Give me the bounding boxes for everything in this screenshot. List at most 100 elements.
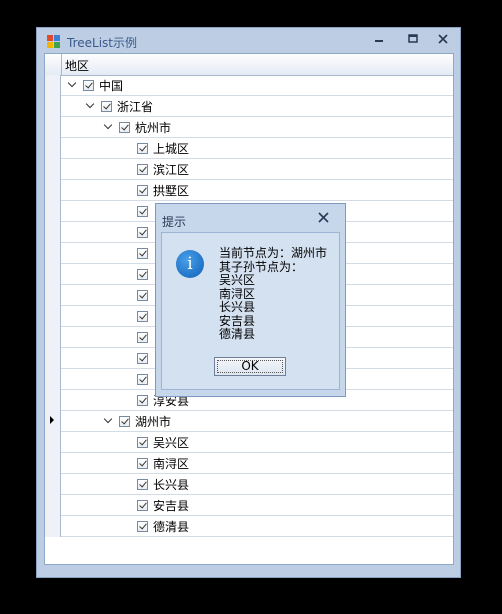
tree-node	[137, 369, 153, 389]
row-indicator	[45, 369, 61, 390]
tree-node	[137, 306, 153, 326]
tree-row[interactable]: 浙江省	[45, 96, 453, 117]
node-checkbox[interactable]	[137, 163, 148, 175]
row-indicator	[45, 516, 61, 537]
row-indicator	[45, 285, 61, 306]
node-checkbox[interactable]	[137, 205, 148, 217]
node-checkbox[interactable]	[119, 121, 130, 133]
node-checkbox[interactable]	[137, 394, 148, 406]
row-indicator	[45, 75, 61, 96]
dialog-body: i 当前节点为：湖州市 其子孙节点为： 吴兴区 南浔区 长兴县 安吉县 德清县 OK	[161, 232, 340, 390]
row-indicator	[45, 138, 61, 159]
tree-row[interactable]: 南浔区	[45, 453, 453, 474]
row-indicator	[45, 474, 61, 495]
dialog-message-line: 当前节点为：湖州市	[219, 246, 328, 260]
row-indicator	[45, 222, 61, 243]
minimize-icon	[375, 40, 383, 42]
header-indicator	[45, 54, 62, 75]
node-checkbox[interactable]	[83, 79, 94, 91]
row-indicator	[45, 432, 61, 453]
node-checkbox[interactable]	[137, 268, 148, 280]
node-label: 吴兴区	[153, 435, 190, 450]
node-label: 安吉县	[153, 498, 190, 513]
node-checkbox[interactable]	[137, 457, 148, 469]
tree-node	[137, 201, 153, 221]
minimize-button[interactable]	[369, 33, 389, 49]
message-dialog: 提示 i 当前节点为：湖州市 其子孙节点为： 吴兴区 南浔区 长兴县 安吉县 德清县 OK	[155, 203, 346, 397]
node-checkbox[interactable]	[137, 520, 148, 532]
node-label: 德清县	[153, 519, 190, 534]
node-checkbox[interactable]	[137, 289, 148, 301]
tree-node: 长兴县	[137, 474, 189, 494]
chevron-down-icon[interactable]	[67, 79, 79, 91]
close-icon	[438, 34, 448, 44]
row-indicator	[45, 327, 61, 348]
chevron-down-icon[interactable]	[103, 121, 115, 133]
tree-row[interactable]: 湖州市	[45, 411, 453, 432]
tree-row[interactable]: 滨江区	[45, 159, 453, 180]
maximize-button[interactable]	[403, 33, 423, 49]
chevron-down-icon[interactable]	[103, 415, 115, 427]
node-label: 长兴县	[153, 477, 190, 492]
row-indicator	[45, 495, 61, 516]
tree-node: 中国	[67, 75, 123, 95]
node-label: 湖州市	[135, 414, 172, 429]
dialog-message-line: 南浔区	[219, 286, 256, 301]
node-checkbox[interactable]	[101, 100, 112, 112]
title-bar[interactable]: TreeList示例	[37, 28, 460, 54]
tree-node: 吴兴区	[137, 432, 189, 452]
dialog-message-line: 吴兴区	[219, 273, 256, 287]
node-checkbox[interactable]	[137, 331, 148, 343]
node-checkbox[interactable]	[137, 373, 148, 385]
node-checkbox[interactable]	[137, 436, 148, 448]
focused-row-arrow-icon	[50, 416, 54, 424]
row-indicator	[45, 264, 61, 285]
node-checkbox[interactable]	[137, 184, 148, 196]
row-indicator	[45, 96, 61, 117]
node-checkbox[interactable]	[137, 352, 148, 364]
row-indicator	[45, 117, 61, 138]
node-label: 拱墅区	[153, 183, 190, 198]
node-checkbox[interactable]	[137, 499, 148, 511]
tree-node: 安吉县	[137, 495, 189, 515]
tree-row[interactable]: 德清县	[45, 516, 453, 537]
tree-node: 上城区	[137, 138, 189, 158]
tree-node: 南浔区	[137, 453, 189, 473]
tree-row[interactable]: 上城区	[45, 138, 453, 159]
node-checkbox[interactable]	[137, 142, 148, 154]
tree-node: 湖州市	[103, 411, 171, 431]
node-label: 上城区	[153, 141, 190, 156]
node-checkbox[interactable]	[119, 415, 130, 427]
tree-node: 滨江区	[137, 159, 189, 179]
tree-node	[137, 348, 153, 368]
node-checkbox[interactable]	[137, 247, 148, 259]
row-indicator	[45, 390, 61, 411]
node-checkbox[interactable]	[137, 226, 148, 238]
maximize-icon	[408, 34, 418, 43]
tree-row[interactable]: 杭州市	[45, 117, 453, 138]
tree-row[interactable]: 中国	[45, 75, 453, 96]
ok-button[interactable]: OK	[214, 357, 286, 376]
tree-node	[137, 285, 153, 305]
tree-row[interactable]: 长兴县	[45, 474, 453, 495]
tree-row[interactable]: 拱墅区	[45, 180, 453, 201]
row-indicator	[45, 159, 61, 180]
tree-node: 杭州市	[103, 117, 171, 137]
tree-node	[137, 327, 153, 347]
tree-node: 浙江省	[85, 96, 153, 116]
tree-row[interactable]: 吴兴区	[45, 432, 453, 453]
chevron-down-icon[interactable]	[85, 100, 97, 112]
row-indicator	[45, 453, 61, 474]
node-label: 浙江省	[117, 99, 154, 114]
tree-row[interactable]: 安吉县	[45, 495, 453, 516]
node-label: 滨江区	[153, 162, 190, 177]
node-checkbox[interactable]	[137, 310, 148, 322]
column-header[interactable]: 地区	[45, 54, 453, 76]
dialog-title: 提示	[162, 215, 187, 229]
dialog-message-line: 德清县	[219, 327, 256, 341]
row-indicator	[45, 243, 61, 264]
row-indicator	[45, 411, 61, 432]
close-button[interactable]	[433, 33, 453, 49]
node-checkbox[interactable]	[137, 478, 148, 490]
dialog-close-button[interactable]	[318, 212, 329, 226]
